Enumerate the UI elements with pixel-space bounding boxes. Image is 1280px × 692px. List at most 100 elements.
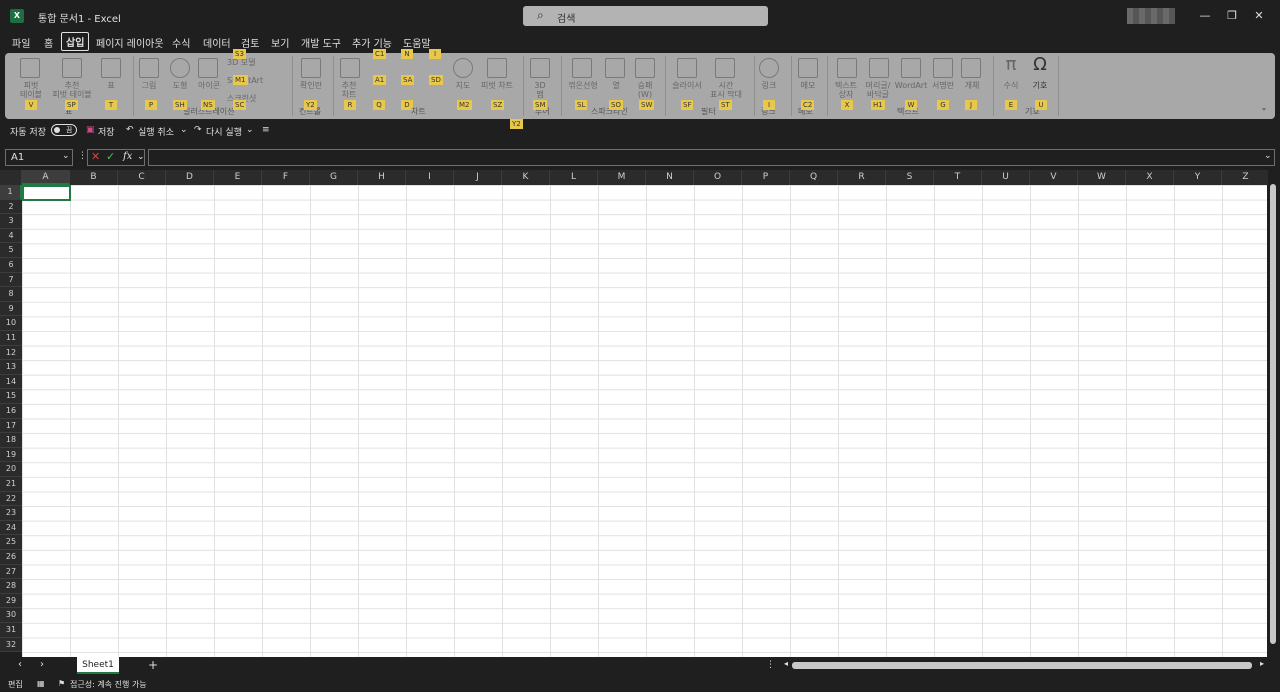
horizontal-scrollbar[interactable]: ◂ ▸ <box>784 659 1268 670</box>
row-header[interactable]: 10 <box>0 316 22 331</box>
select-all-corner[interactable] <box>0 170 22 185</box>
prev-sheet-icon[interactable]: ‹ <box>18 659 22 670</box>
scroll-thumb[interactable] <box>1270 184 1276 644</box>
restore-button[interactable]: ❐ <box>1224 8 1240 24</box>
row-header[interactable]: 20 <box>0 462 22 477</box>
slicer-button[interactable]: 슬라이서 <box>669 81 705 90</box>
column-header[interactable]: I <box>406 170 454 185</box>
link-button[interactable]: 링크 <box>757 81 781 90</box>
column-header[interactable]: M <box>598 170 646 185</box>
sparkline-column-button[interactable]: 열 <box>605 81 627 90</box>
chevron-down-icon[interactable]: ⌄ <box>62 151 70 161</box>
row-header[interactable]: 12 <box>0 345 22 361</box>
row-header[interactable]: 14 <box>0 374 22 390</box>
cell-area[interactable] <box>22 185 1267 657</box>
macro-icon[interactable]: ▦ <box>37 679 45 688</box>
column-header[interactable]: Y <box>1174 170 1222 185</box>
row-header[interactable]: 31 <box>0 623 22 638</box>
scroll-right-icon[interactable]: ▸ <box>1260 659 1264 668</box>
add-sheet-button[interactable]: + <box>148 658 158 672</box>
tab-file[interactable]: 파일 <box>12 35 30 50</box>
row-header[interactable]: 17 <box>0 418 22 434</box>
wordart-button[interactable]: WordArt <box>893 81 929 90</box>
row-header[interactable]: 21 <box>0 477 22 492</box>
tab-view[interactable]: 보기 <box>271 35 289 50</box>
check-icon[interactable]: ✓ <box>106 150 115 163</box>
column-header[interactable]: E <box>214 170 262 185</box>
row-header[interactable]: 11 <box>0 331 22 346</box>
row-header[interactable]: 26 <box>0 550 22 565</box>
tab-page-layout[interactable]: 페이지 레이아웃 <box>96 35 164 50</box>
row-header[interactable]: 3 <box>0 214 22 229</box>
minimize-button[interactable]: — <box>1197 8 1213 24</box>
vertical-scrollbar[interactable] <box>1268 170 1278 657</box>
row-header[interactable]: 19 <box>0 447 22 463</box>
tab-insert[interactable]: 삽입 <box>61 32 90 51</box>
row-header[interactable]: 30 <box>0 608 22 623</box>
row-header[interactable]: 27 <box>0 564 22 580</box>
row-header[interactable]: 4 <box>0 228 22 244</box>
column-header[interactable]: X <box>1126 170 1174 185</box>
shapes-button[interactable]: 도형 <box>167 81 193 90</box>
save-button[interactable]: 저장 <box>98 125 115 138</box>
recommended-pivot-button[interactable]: 추천 피벗 테이블 <box>49 81 95 99</box>
sheet-tab[interactable]: Sheet1 <box>77 657 119 674</box>
row-header[interactable]: 24 <box>0 520 22 536</box>
accessibility-status[interactable]: 접근성: 계속 진행 가능 <box>70 679 147 690</box>
column-header[interactable]: T <box>934 170 982 185</box>
formula-input[interactable] <box>148 149 1275 166</box>
tab-help[interactable]: 도움말 <box>403 35 431 50</box>
row-header[interactable]: 15 <box>0 389 22 404</box>
picture-button[interactable]: 그림 <box>137 81 161 90</box>
scroll-left-icon[interactable]: ◂ <box>784 659 788 668</box>
column-header[interactable]: R <box>838 170 886 185</box>
insert-function-button[interactable]: fx <box>123 151 132 162</box>
column-header[interactable]: L <box>550 170 598 185</box>
row-header[interactable]: 32 <box>0 637 22 653</box>
column-header[interactable]: P <box>742 170 790 185</box>
3d-models-button[interactable]: 3D 모델 <box>227 58 283 67</box>
row-header[interactable]: 13 <box>0 360 22 375</box>
active-cell[interactable] <box>22 185 71 201</box>
row-header[interactable]: 9 <box>0 301 22 317</box>
next-sheet-icon[interactable]: › <box>40 659 44 670</box>
column-header[interactable]: O <box>694 170 742 185</box>
column-header[interactable]: N <box>646 170 694 185</box>
column-header[interactable]: Z <box>1222 170 1270 185</box>
comment-insert-button[interactable]: 메모 <box>795 81 821 90</box>
autosave-toggle[interactable]: 끔 <box>51 124 77 136</box>
row-header[interactable]: 1 <box>0 185 22 200</box>
pivot-table-button[interactable]: 피벗 테이블 <box>13 81 49 99</box>
tab-home[interactable]: 홈 <box>44 35 53 50</box>
signature-button[interactable]: 서명란 <box>929 81 957 90</box>
chevron-down-icon[interactable]: ⌄ <box>180 125 188 135</box>
scroll-thumb[interactable] <box>792 662 1252 669</box>
tab-formulas[interactable]: 수식 <box>172 35 190 50</box>
close-button[interactable]: ✕ <box>1251 8 1267 24</box>
column-header[interactable]: D <box>166 170 214 185</box>
sparkline-line-button[interactable]: 꺾은선형 <box>565 81 601 90</box>
row-header[interactable]: 6 <box>0 258 22 273</box>
redo-button[interactable]: 다시 실행 <box>206 125 242 138</box>
undo-button[interactable]: 실행 취소 <box>138 125 174 138</box>
row-header[interactable]: 7 <box>0 272 22 288</box>
row-header[interactable]: 2 <box>0 199 22 215</box>
column-header[interactable]: B <box>70 170 118 185</box>
column-header[interactable]: F <box>262 170 310 185</box>
expand-formula-icon[interactable]: ⌄ <box>1264 151 1272 161</box>
column-header[interactable]: J <box>454 170 502 185</box>
textbox-button[interactable]: 텍스트 상자 <box>831 81 861 99</box>
cancel-icon[interactable]: ✕ <box>91 150 100 163</box>
symbol-button[interactable]: 기호 <box>1028 81 1052 90</box>
equation-button[interactable]: 수식 <box>999 81 1023 90</box>
row-header[interactable]: 25 <box>0 535 22 550</box>
ribbon-collapse-icon[interactable]: ⌄ <box>1259 103 1269 112</box>
recommended-charts-button[interactable]: 추천 차트 <box>337 81 361 99</box>
row-header[interactable]: 8 <box>0 287 22 302</box>
maps-button[interactable]: 지도 <box>451 81 475 90</box>
row-header[interactable]: 16 <box>0 404 22 419</box>
row-header[interactable]: 28 <box>0 579 22 594</box>
row-header[interactable]: 23 <box>0 506 22 521</box>
object-button[interactable]: 개체 <box>959 81 985 90</box>
column-header[interactable]: S <box>886 170 934 185</box>
